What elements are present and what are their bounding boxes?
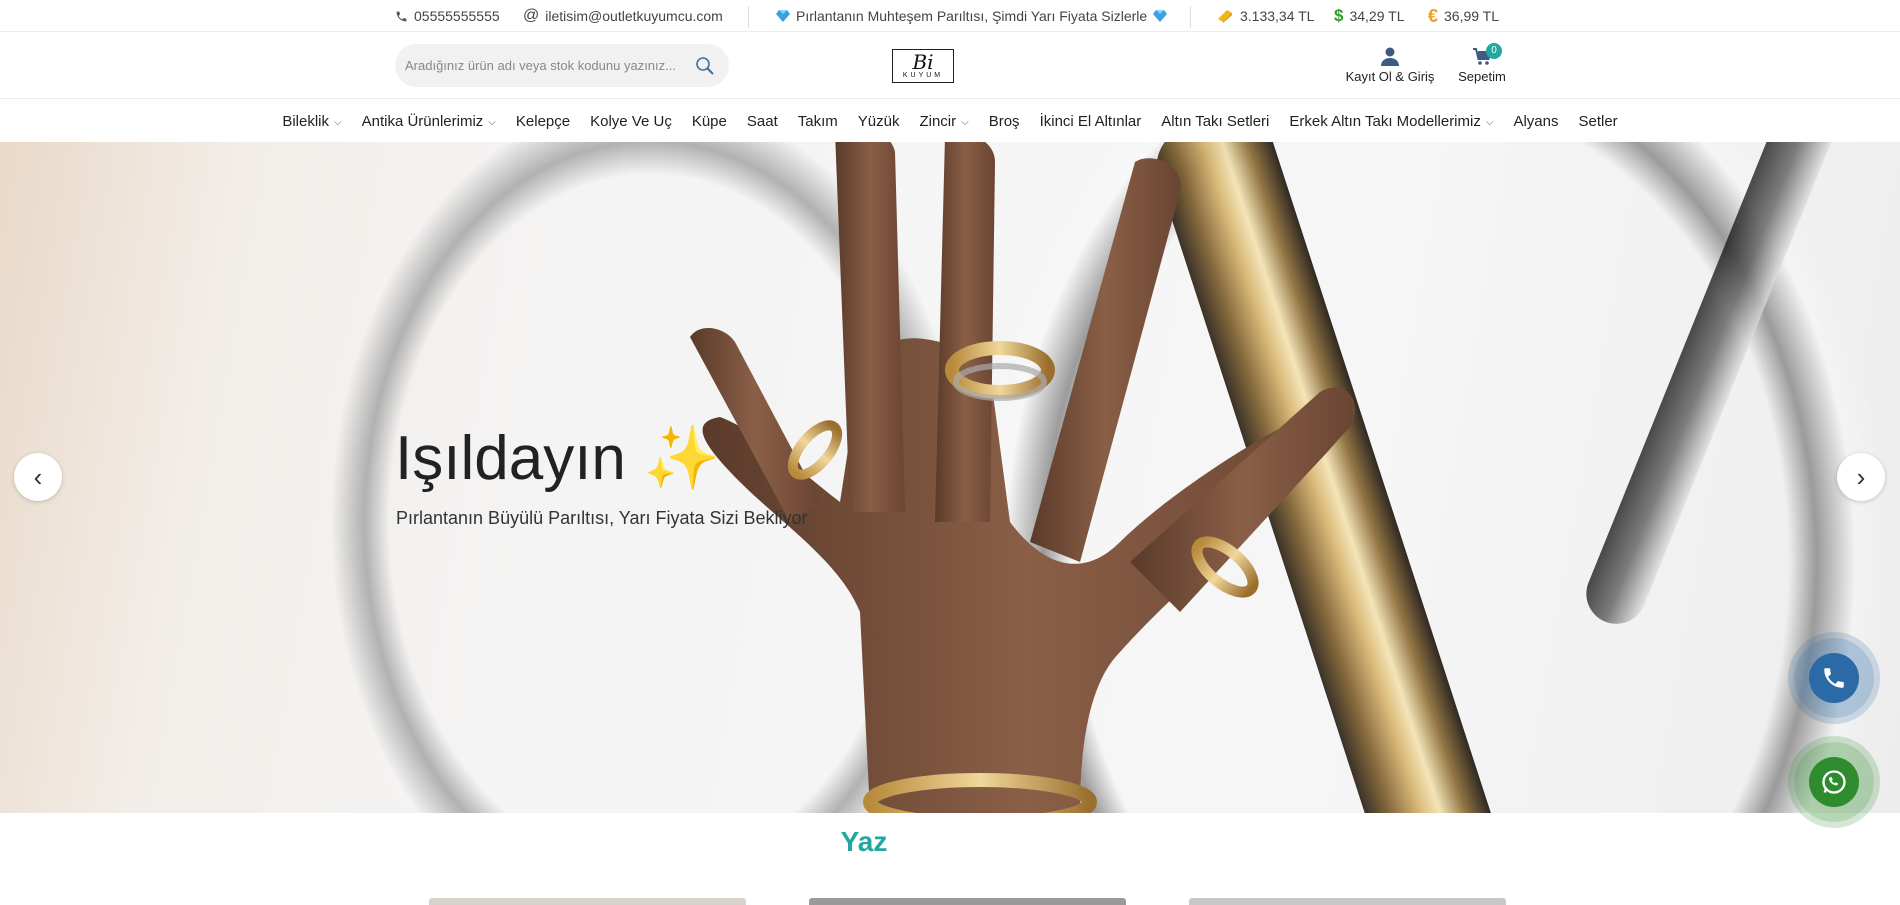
hero-title: Işıldayın ✨: [395, 424, 721, 493]
hero-subtitle: Pırlantanın Büyülü Parıltısı, Yarı Fiyat…: [396, 508, 808, 528]
chevron-down-icon: ⌵: [961, 116, 969, 128]
search-input[interactable]: [405, 58, 695, 73]
euro-icon: €: [1428, 5, 1439, 26]
dollar-icon: $: [1334, 6, 1344, 25]
nav-label: Altın Takı Setleri: [1161, 112, 1270, 130]
nav-item-saat[interactable]: Saat: [737, 113, 788, 130]
search-icon[interactable]: [695, 56, 715, 76]
nav-item-alyans[interactable]: Alyans: [1503, 113, 1568, 130]
eur-price: € 36,99 TL: [1428, 0, 1499, 32]
whatsapp-button[interactable]: [1794, 742, 1874, 822]
nav-item-zincir[interactable]: Zincir ⌵: [909, 113, 978, 130]
phone-link[interactable]: 05555555555: [395, 0, 500, 32]
nav-label: Antika Ürünlerimiz: [361, 112, 484, 130]
nav-label: Broş: [988, 112, 1020, 130]
nav-label: İkinci El Altınlar: [1039, 112, 1142, 130]
nav-label: Kolye Ve Uç: [590, 112, 672, 130]
hero-slider: Işıldayın ✨ Pırlantanın Büyülü Parıltısı…: [0, 142, 1900, 813]
nav-label: Kelepçe: [515, 112, 571, 130]
phone-icon: [1809, 653, 1859, 703]
nav-item-takim[interactable]: Takım: [788, 113, 848, 130]
nav-label: Saat: [746, 112, 778, 130]
promo-banner: Pırlantanın Muhteşem Parıltısı, Şimdi Ya…: [776, 0, 1168, 32]
nav-label: Setler: [1578, 112, 1618, 130]
nav-item-kolye[interactable]: Kolye Ve Uç: [580, 113, 682, 130]
nav-label: Bileklik: [282, 112, 329, 130]
cart-icon: [1450, 45, 1514, 69]
phone-number: 05555555555: [414, 8, 500, 24]
site-header: Bi KUYUM Kayıt Ol & Giriş 0 Sepetim: [0, 33, 1900, 99]
promo-text: Pırlantanın Muhteşem Parıltısı, Şimdi Ya…: [796, 8, 1148, 24]
gold-price-value: 3.133,34 TL: [1240, 8, 1315, 24]
nav-item-yuzuk[interactable]: Yüzük: [848, 113, 910, 130]
usd-price-value: 34,29 TL: [1349, 8, 1405, 24]
cart-link[interactable]: 0 Sepetim: [1450, 43, 1514, 84]
chevron-left-icon: ‹: [33, 461, 43, 492]
logo-main: Bi: [912, 49, 934, 74]
site-logo[interactable]: Bi KUYUM: [892, 49, 954, 83]
product-card[interactable]: [809, 898, 1126, 905]
user-icon: [1340, 45, 1440, 69]
slider-prev-button[interactable]: ‹: [14, 453, 62, 501]
product-card[interactable]: [1189, 898, 1506, 905]
nav-item-altin-taki-setleri[interactable]: Altın Takı Setleri: [1151, 113, 1279, 130]
email-address: iletisim@outletkuyumcu.com: [545, 8, 723, 24]
divider: [748, 6, 749, 28]
diamond-icon: [1153, 10, 1168, 22]
call-button[interactable]: [1794, 638, 1874, 718]
nav-label: Yüzük: [857, 112, 900, 130]
chevron-down-icon: ⌵: [1485, 116, 1494, 128]
main-nav: Bileklik ⌵ Antika Ürünlerimiz ⌵ Kelepçe Ko…: [0, 100, 1900, 142]
logo-sub: KUYUM: [902, 71, 944, 79]
nav-label: Zincir: [919, 112, 957, 130]
search-box: [395, 44, 729, 87]
nav-item-bros[interactable]: Broş: [979, 113, 1030, 130]
gold-bar-icon: [1216, 9, 1234, 23]
chevron-down-icon: ⌵: [334, 116, 342, 128]
nav-item-bileklik[interactable]: Bileklik ⌵: [272, 113, 351, 130]
account-link[interactable]: Kayıt Ol & Giriş: [1340, 45, 1440, 84]
at-sign-icon: @: [523, 7, 540, 24]
slider-next-button[interactable]: ›: [1837, 453, 1885, 501]
nav-item-ikinci-el[interactable]: İkinci El Altınlar: [1030, 113, 1152, 130]
hero-hand-image: [690, 142, 1356, 813]
product-card[interactable]: [429, 898, 746, 905]
nav-label: Takım: [797, 112, 838, 130]
nav-item-antika[interactable]: Antika Ürünlerimiz ⌵: [352, 113, 506, 130]
cart-count-badge: 0: [1486, 43, 1502, 59]
nav-item-erkek[interactable]: Erkek Altın Takı Modellerimiz ⌵: [1279, 113, 1503, 130]
cart-label: Sepetim: [1458, 69, 1506, 84]
usd-price: $ 34,29 TL: [1334, 0, 1404, 32]
email-link[interactable]: @ iletisim@outletkuyumcu.com: [523, 0, 723, 32]
nav-label: Erkek Altın Takı Modellerimiz: [1289, 112, 1481, 130]
account-label: Kayıt Ol & Giriş: [1345, 69, 1435, 84]
whatsapp-icon: [1809, 757, 1859, 807]
nav-item-kelepce[interactable]: Kelepçe: [506, 113, 580, 130]
eur-price-value: 36,99 TL: [1444, 8, 1500, 24]
section-title: Yaz: [840, 826, 888, 857]
nav-item-kupe[interactable]: Küpe: [682, 113, 737, 130]
divider: [1190, 6, 1191, 28]
top-bar: 05555555555 @ iletisim@outletkuyumcu.com…: [0, 0, 1900, 32]
gold-price: 3.133,34 TL: [1216, 0, 1314, 32]
nav-item-setler[interactable]: Setler: [1568, 113, 1627, 130]
diamond-icon: [776, 10, 790, 22]
chevron-right-icon: ›: [1856, 461, 1866, 492]
nav-label: Alyans: [1513, 112, 1559, 130]
chevron-down-icon: ⌵: [488, 116, 496, 128]
nav-label: Küpe: [691, 112, 727, 130]
phone-icon: [395, 10, 408, 23]
